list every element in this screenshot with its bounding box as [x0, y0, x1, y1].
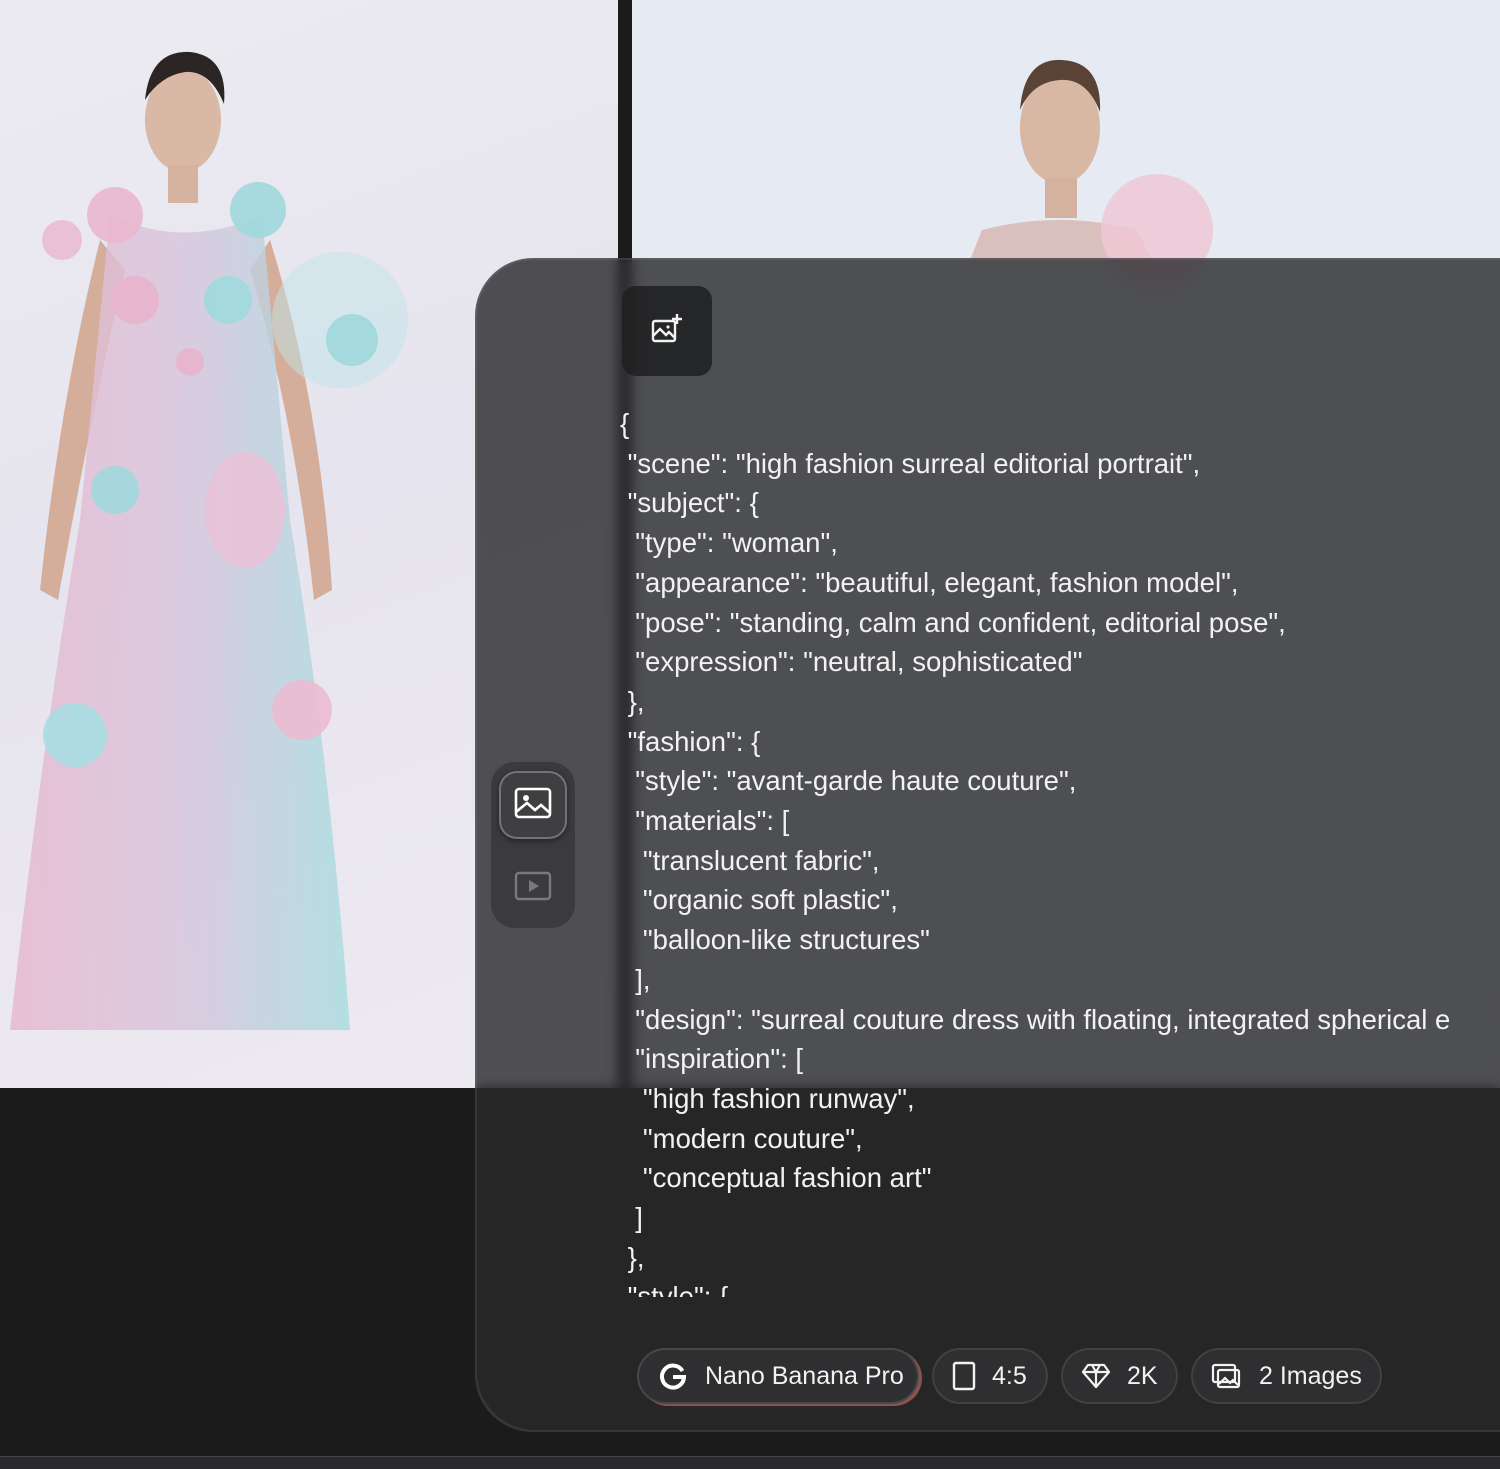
- play-icon: [513, 870, 553, 907]
- image-count-button[interactable]: 2 Images: [1191, 1348, 1382, 1404]
- image-mode-button[interactable]: [499, 771, 567, 839]
- model-selector-button[interactable]: Nano Banana Pro: [637, 1348, 919, 1404]
- diamond-icon: [1081, 1363, 1111, 1389]
- image-icon: [513, 786, 553, 825]
- aspect-ratio-button[interactable]: 4:5: [932, 1348, 1048, 1404]
- image-add-icon: [650, 312, 684, 351]
- resolution-label: 2K: [1127, 1361, 1158, 1390]
- mode-switcher: [489, 760, 577, 930]
- model-label: Nano Banana Pro: [705, 1361, 904, 1390]
- add-reference-image-button[interactable]: [622, 286, 712, 376]
- prompt-json-textarea[interactable]: { "scene": "high fashion surreal editori…: [620, 404, 1500, 1297]
- resolution-button[interactable]: 2K: [1061, 1348, 1178, 1404]
- image-count-label: 2 Images: [1259, 1361, 1362, 1390]
- aspect-ratio-label: 4:5: [992, 1361, 1027, 1390]
- video-mode-button[interactable]: [499, 854, 567, 922]
- bottom-bar: [0, 1456, 1500, 1469]
- images-stack-icon: [1211, 1363, 1241, 1389]
- google-g-icon: [659, 1362, 687, 1390]
- aspect-ratio-icon: [952, 1361, 976, 1391]
